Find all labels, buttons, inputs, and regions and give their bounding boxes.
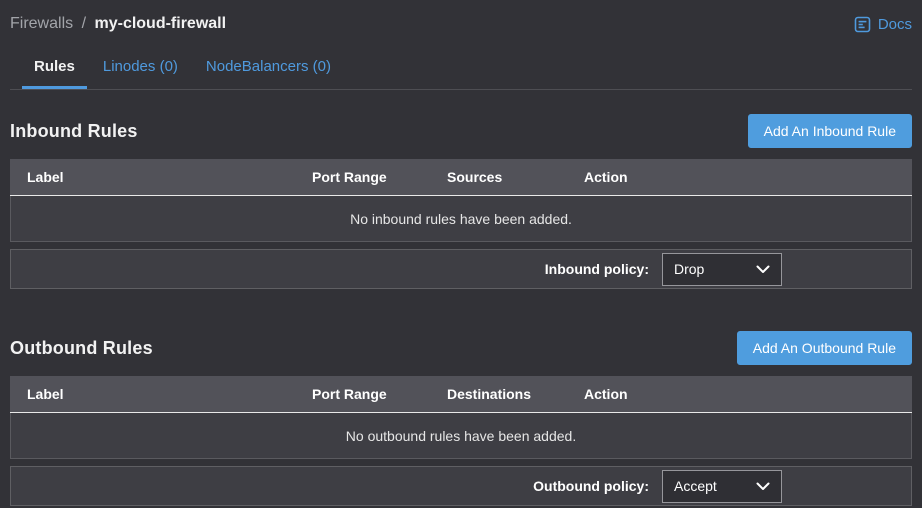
inbound-col-label: Label (27, 169, 312, 185)
inbound-policy-value: Drop (674, 261, 704, 277)
inbound-section-header: Inbound Rules Add An Inbound Rule (10, 114, 912, 148)
outbound-col-destinations: Destinations (447, 386, 584, 402)
tab-linodes[interactable]: Linodes (0) (91, 48, 190, 89)
inbound-policy-select[interactable]: Drop (662, 253, 782, 286)
outbound-policy-row: Outbound policy: Accept (10, 466, 912, 506)
outbound-col-action: Action (584, 386, 912, 402)
firewall-detail-page: Firewalls / my-cloud-firewall Docs Rules… (0, 0, 922, 508)
inbound-table-header: Label Port Range Sources Action (10, 159, 912, 196)
inbound-col-sources: Sources (447, 169, 584, 185)
chevron-down-icon (756, 265, 770, 274)
breadcrumb-separator: / (78, 15, 90, 32)
inbound-empty-state: No inbound rules have been added. (11, 196, 911, 241)
inbound-col-port-range: Port Range (312, 169, 447, 185)
outbound-policy-select[interactable]: Accept (662, 470, 782, 503)
breadcrumb-firewalls-link[interactable]: Firewalls (10, 15, 73, 32)
inbound-rules-title: Inbound Rules (10, 121, 138, 142)
outbound-col-label: Label (27, 386, 312, 402)
inbound-policy-row: Inbound policy: Drop (10, 249, 912, 289)
inbound-rules-table: Label Port Range Sources Action No inbou… (10, 159, 912, 242)
outbound-col-port-range: Port Range (312, 386, 447, 402)
topbar: Firewalls / my-cloud-firewall Docs (10, 0, 912, 38)
outbound-section-header: Outbound Rules Add An Outbound Rule (10, 331, 912, 365)
add-outbound-rule-button[interactable]: Add An Outbound Rule (737, 331, 912, 365)
add-inbound-rule-button[interactable]: Add An Inbound Rule (748, 114, 912, 148)
outbound-policy-label: Outbound policy: (533, 478, 649, 494)
docs-icon (854, 16, 871, 33)
chevron-down-icon (756, 482, 770, 491)
outbound-rules-table: Label Port Range Destinations Action No … (10, 376, 912, 459)
docs-link-label: Docs (878, 16, 912, 33)
tab-rules[interactable]: Rules (22, 48, 87, 89)
outbound-policy-value: Accept (674, 478, 717, 494)
inbound-rules-section: Inbound Rules Add An Inbound Rule Label … (10, 114, 912, 289)
inbound-col-action: Action (584, 169, 912, 185)
breadcrumb-current-firewall: my-cloud-firewall (94, 15, 226, 32)
outbound-table-header: Label Port Range Destinations Action (10, 376, 912, 413)
outbound-rules-section: Outbound Rules Add An Outbound Rule Labe… (10, 331, 912, 506)
outbound-empty-state: No outbound rules have been added. (11, 413, 911, 458)
tab-bar: Rules Linodes (0) NodeBalancers (0) (10, 48, 912, 90)
docs-link[interactable]: Docs (854, 16, 912, 33)
outbound-rules-title: Outbound Rules (10, 338, 153, 359)
breadcrumb: Firewalls / my-cloud-firewall (10, 15, 226, 33)
inbound-policy-label: Inbound policy: (545, 261, 649, 277)
tab-nodebalancers[interactable]: NodeBalancers (0) (194, 48, 343, 89)
